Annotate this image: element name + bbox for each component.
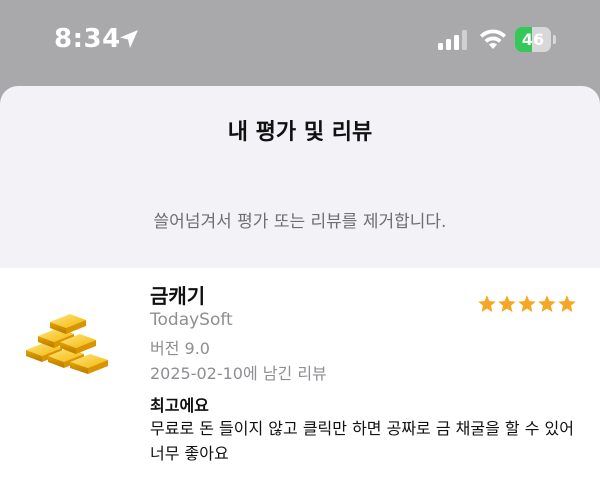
star-icon (558, 295, 576, 312)
battery-indicator: 46 (515, 27, 557, 52)
gold-bars-icon (26, 314, 108, 374)
review-card[interactable]: 금캐기 TodaySoft 버전 9.0 2025-02-10에 남긴 리뷰 최… (0, 268, 600, 485)
review-body: 무료로 돈 들이지 않고 클릭만 하면 공짜로 금 채굴을 할 수 있어 너무 … (150, 419, 574, 463)
app-name[interactable]: 금캐기 (150, 280, 205, 309)
battery-level: 46 (521, 30, 545, 49)
star-icon (478, 295, 496, 312)
wifi-icon (480, 29, 506, 49)
status-bar: 8:34 46 (0, 0, 600, 86)
app-version: 버전 9.0 (150, 339, 210, 358)
star-rating (477, 294, 577, 314)
status-time: 8:34 (54, 24, 121, 54)
developer-name: TodaySoft (150, 310, 233, 330)
sheet-title: 내 평가 및 리뷰 (227, 120, 373, 145)
review-date: 2025-02-10에 남긴 리뷰 (150, 364, 327, 383)
reviews-sheet: 내 평가 및 리뷰 쓸어넘겨서 평가 또는 리뷰를 제거합니다. 금캐기 Tod… (0, 86, 600, 485)
star-icon (498, 295, 516, 312)
swipe-hint: 쓸어넘겨서 평가 또는 리뷰를 제거합니다. (153, 212, 447, 232)
star-icon (538, 295, 556, 312)
location-arrow-icon (120, 30, 138, 48)
cellular-signal-icon (438, 30, 467, 50)
review-title: 최고에요 (150, 396, 209, 415)
star-icon (518, 295, 536, 312)
